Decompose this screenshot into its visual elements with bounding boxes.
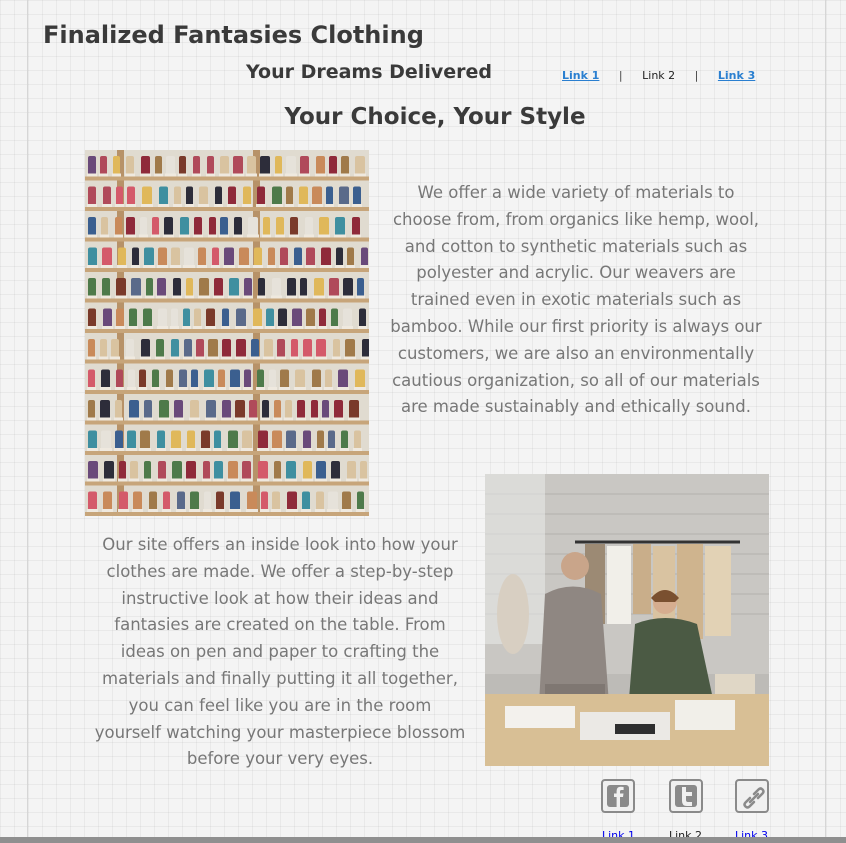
facebook-icon[interactable] [601,779,635,813]
nav-link-2[interactable]: Link 2 [642,69,675,82]
horizontal-scrollbar[interactable] [0,837,846,843]
link-icon[interactable] [735,779,769,813]
nav-link-1[interactable]: Link 1 [562,69,599,82]
materials-paragraph: We offer a wide variety of materials to … [390,183,762,417]
nav-link-3[interactable]: Link 3 [718,69,755,82]
tagline: Your Dreams Delivered [246,61,492,83]
nav-separator: | [694,69,699,82]
site-title: Finalized Fantasies Clothing [43,21,424,49]
inside-look-paragraph: Our site offers an inside look into how … [94,535,466,769]
section-heading: Your Choice, Your Style [284,104,586,130]
thread-spools-photo [85,150,369,516]
twitter-icon[interactable] [669,779,703,813]
workshop-photo [485,474,769,766]
top-nav: Link 1 | Link 2 | Link 3 [562,69,755,82]
nav-separator: | [618,69,623,82]
